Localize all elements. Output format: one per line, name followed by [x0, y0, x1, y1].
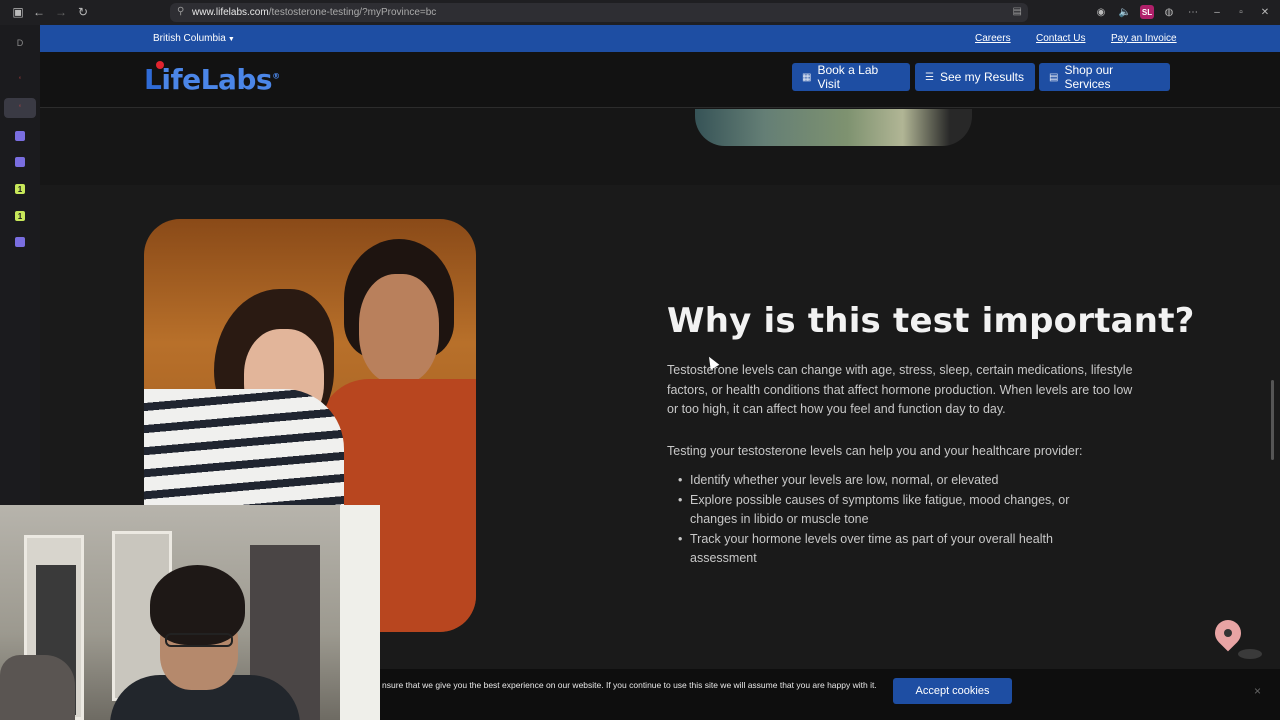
list-item: Track your hormone levels over time as p…: [678, 530, 1118, 569]
benefits-list: Identify whether your levels are low, no…: [678, 471, 1118, 569]
page-scrollbar[interactable]: [1271, 380, 1274, 460]
section-heading: Why is this test important?: [667, 301, 1195, 341]
close-window-icon[interactable]: ✕: [1256, 3, 1274, 21]
browser-toolbar: ▣ ← → ↻ ⚲ www.lifelabs.com/testosterone-…: [0, 0, 1280, 25]
webcam-overlay: [0, 505, 380, 720]
forward-icon[interactable]: →: [50, 1, 72, 23]
extension-badge[interactable]: SL: [1140, 5, 1154, 19]
section-intro: Testing your testosterone levels can hel…: [667, 444, 1083, 458]
tab-favicon[interactable]: [12, 234, 28, 250]
location-pin-icon[interactable]: [1209, 614, 1247, 660]
back-icon[interactable]: ←: [28, 1, 50, 23]
tab-favicon[interactable]: [12, 154, 28, 170]
extension-icon[interactable]: ◉: [1092, 3, 1110, 21]
list-icon: ☰: [925, 71, 934, 83]
more-menu-icon[interactable]: ⋯: [1184, 3, 1202, 21]
tab-active-icon[interactable]: ʻ: [12, 100, 28, 116]
list-item: Explore possible causes of symptoms like…: [678, 491, 1118, 530]
site-info-icon[interactable]: ⚲: [177, 6, 184, 17]
incognito-icon[interactable]: ◍: [1160, 3, 1178, 21]
url-path: /testosterone-testing/?myProvince=bc: [268, 7, 437, 18]
province-label: British Columbia: [153, 33, 226, 44]
maximize-icon[interactable]: ▫: [1232, 3, 1250, 21]
shop-icon: ▤: [1049, 71, 1059, 83]
minimize-icon[interactable]: –: [1208, 3, 1226, 21]
list-item: Identify whether your levels are low, no…: [678, 471, 1118, 491]
url-host: www.lifelabs.com: [192, 7, 269, 18]
lifelabs-logo[interactable]: LifeLabs®: [144, 61, 280, 96]
tab-favicon[interactable]: [12, 128, 28, 144]
caret-down-icon: ▼: [227, 36, 235, 43]
previous-section-photo: [695, 109, 972, 146]
cookie-text: nsure that we give you the best experien…: [382, 680, 877, 690]
shop-services-button[interactable]: ▤ Shop our Services: [1039, 63, 1170, 91]
logo-dot: [156, 61, 164, 69]
contact-us-link[interactable]: Contact Us: [1036, 33, 1085, 44]
close-icon[interactable]: ×: [1254, 684, 1261, 698]
tab-favicon[interactable]: 1: [12, 181, 28, 197]
sidebar-toggle-icon[interactable]: ▣: [7, 1, 29, 23]
sidebar-profile-letter[interactable]: D: [12, 35, 28, 51]
calendar-icon: ▦: [802, 71, 812, 83]
accept-cookies-button[interactable]: Accept cookies: [893, 678, 1012, 704]
careers-link[interactable]: Careers: [975, 33, 1011, 44]
reload-icon[interactable]: ↻: [72, 1, 94, 23]
toolbar-right: ◉ 🔈 SL ◍ ⋯ – ▫ ✕: [1092, 3, 1274, 21]
speaker-icon[interactable]: 🔈: [1116, 3, 1134, 21]
book-lab-visit-button[interactable]: ▦ Book a Lab Visit: [792, 63, 910, 91]
utility-bar: British Columbia ▼ Careers Contact Us Pay…: [40, 25, 1280, 52]
section-paragraph: Testosterone levels can change with age,…: [667, 363, 1133, 416]
province-selector[interactable]: British Columbia ▼: [153, 33, 235, 44]
pay-invoice-link[interactable]: Pay an Invoice: [1111, 33, 1177, 44]
reader-mode-icon[interactable]: ▤: [1013, 6, 1022, 17]
address-bar[interactable]: ⚲ www.lifelabs.com/testosterone-testing/…: [170, 3, 1028, 22]
site-header: LifeLabs® ▦ Book a Lab Visit ☰ See my Re…: [40, 52, 1280, 108]
tab-favicon[interactable]: 1: [12, 208, 28, 224]
see-results-button[interactable]: ☰ See my Results: [915, 63, 1035, 91]
tab-pin-icon[interactable]: ʻ: [12, 72, 28, 88]
